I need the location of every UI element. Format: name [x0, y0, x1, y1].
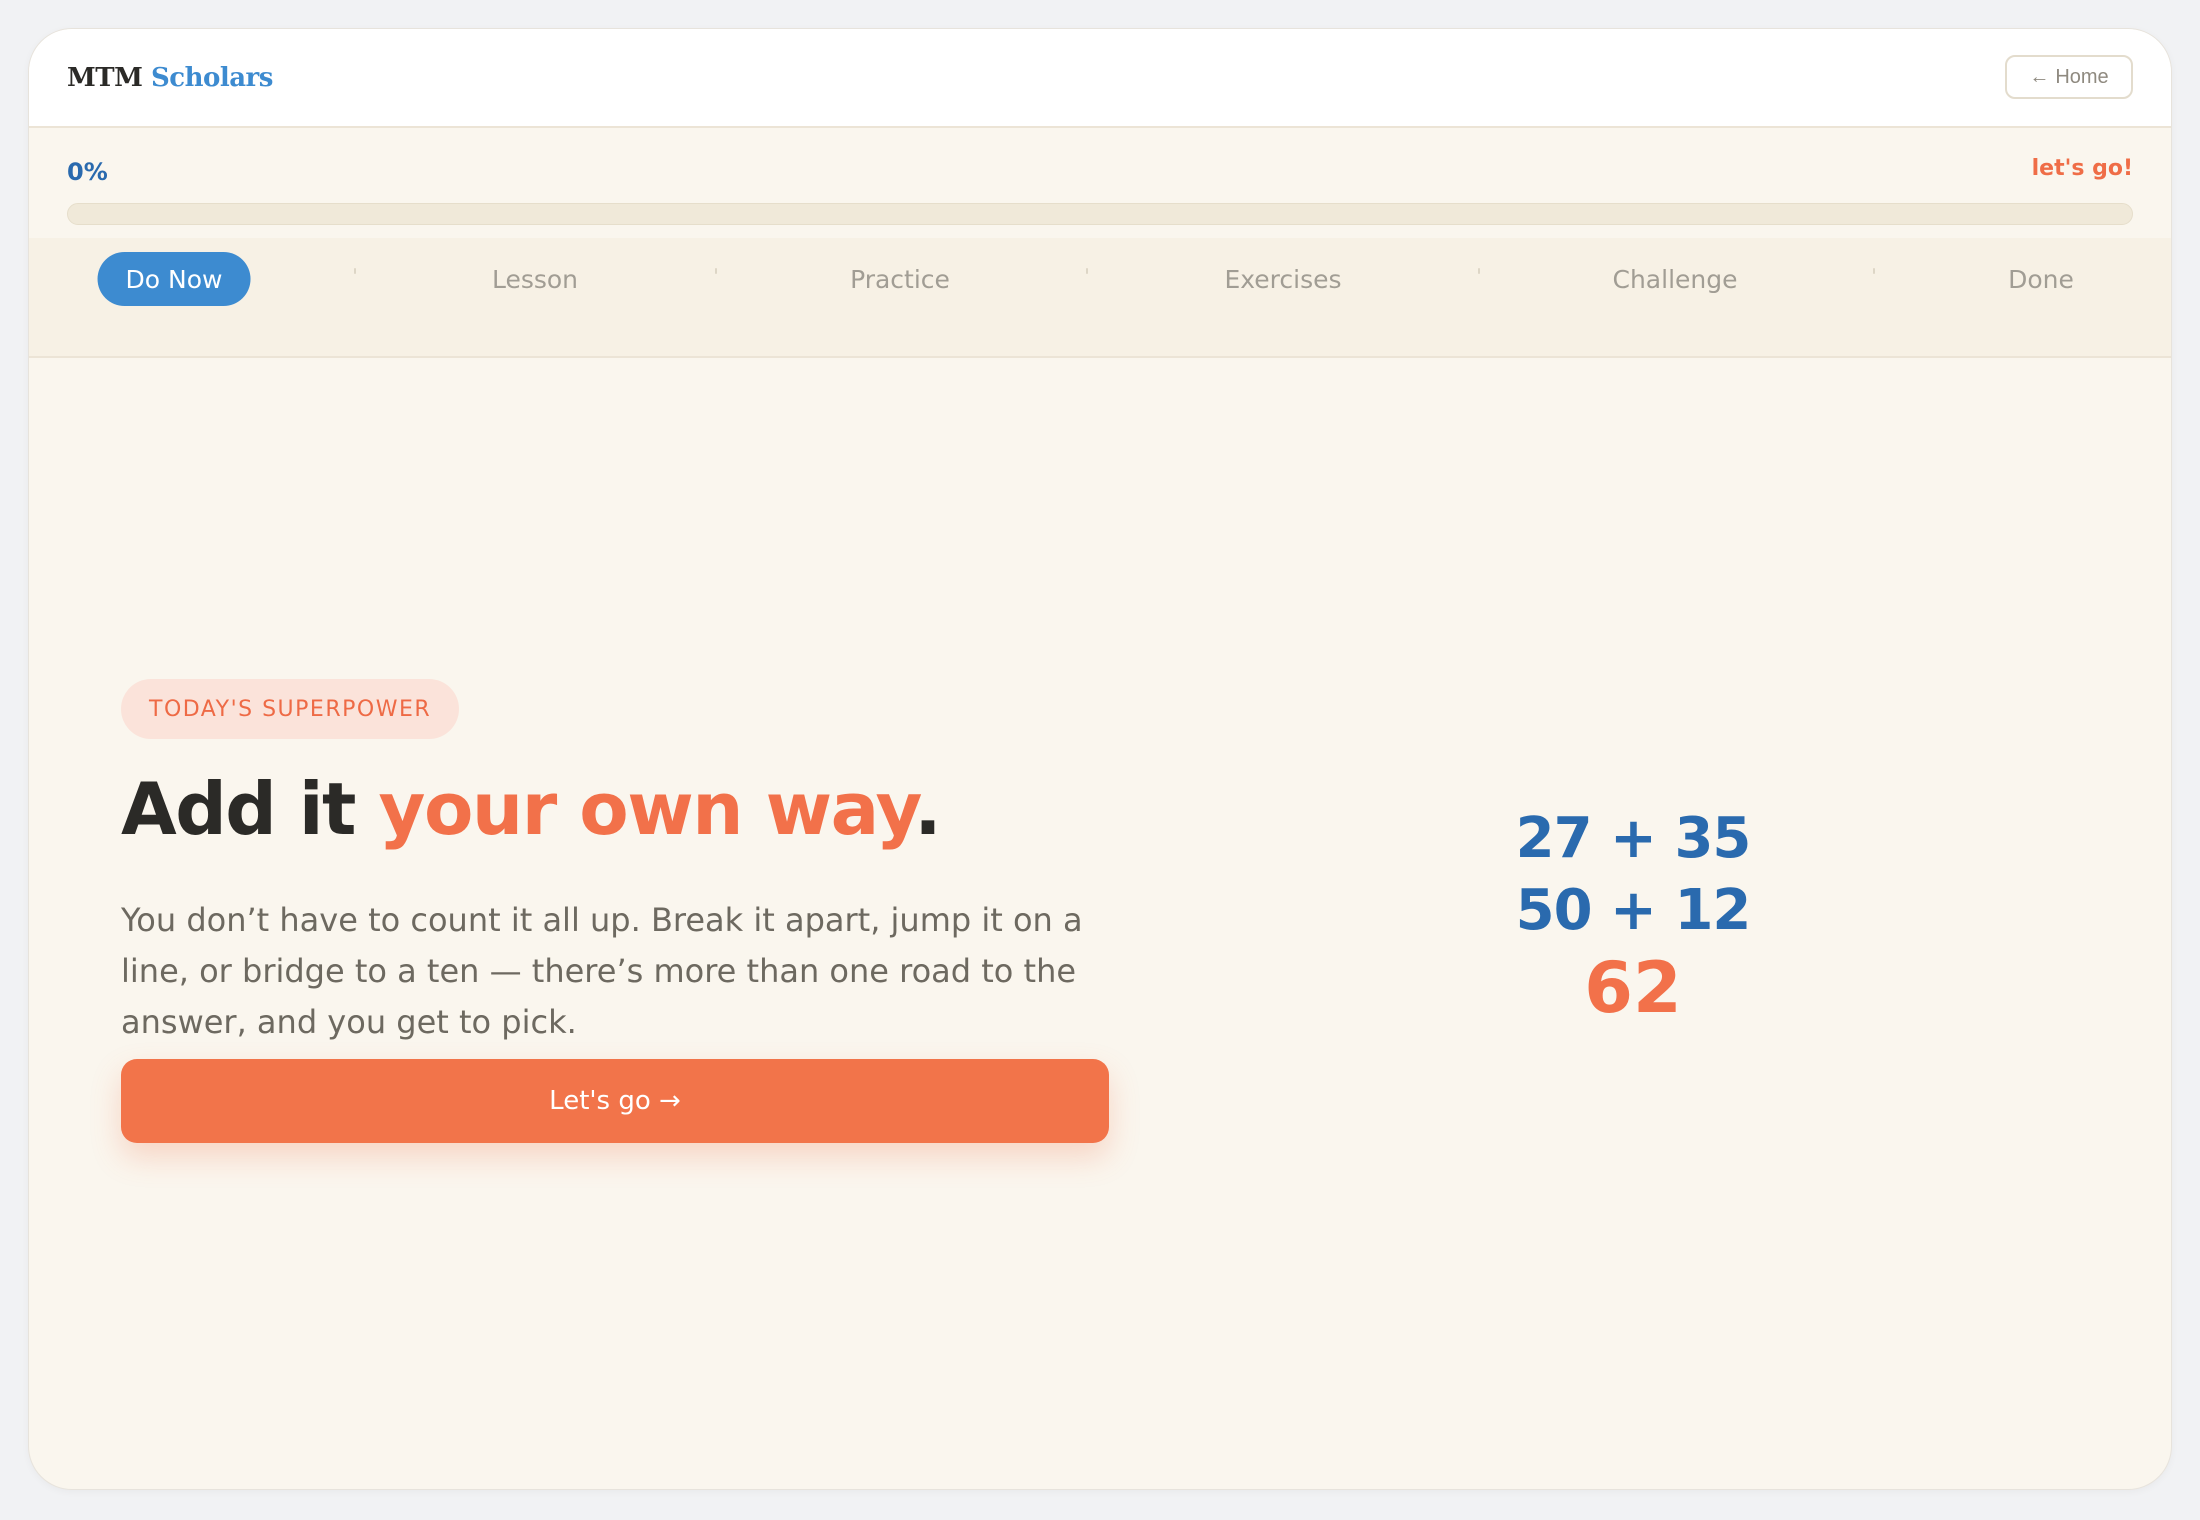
step-lesson[interactable]: Lesson [492, 252, 578, 306]
lets-go-button[interactable]: Let's go → [121, 1059, 1109, 1143]
top-bar: MTM Scholars ← Home [29, 29, 2171, 128]
step-separator [1478, 268, 1480, 274]
step-do-now[interactable]: Do Now [97, 252, 251, 306]
title-accent: your own way [378, 767, 916, 851]
step-done[interactable]: Done [2008, 252, 2074, 306]
brand-logo: MTM Scholars [67, 63, 273, 93]
page-title: Add it your own way. [121, 773, 942, 845]
step-exercises[interactable]: Exercises [1224, 252, 1341, 306]
step-separator [715, 268, 717, 274]
intro-text: You don’t have to count it all up. Break… [121, 901, 1083, 1041]
home-label: Home [2055, 65, 2109, 88]
math-line-1: 27 + 35 [1515, 806, 1752, 871]
progress-percent: 0% [67, 158, 108, 186]
step-nav: Do Now Lesson Practice Exercises Challen… [29, 238, 2171, 358]
home-button[interactable]: ← Home [2005, 55, 2133, 99]
brand-mtm: MTM [67, 63, 143, 93]
arrow-left-icon: ← [2029, 65, 2050, 88]
math-example: 27 + 35 50 + 12 62 [1515, 803, 1752, 1031]
progress-bar [67, 203, 2133, 225]
app-card: MTM Scholars ← Home 0% let's go! Do Now … [28, 28, 2172, 1490]
step-separator [1873, 268, 1875, 274]
brand-scholars: Scholars [150, 63, 273, 93]
math-line-2: 50 + 12 [1515, 878, 1752, 943]
superpower-badge: TODAY'S SUPERPOWER [121, 679, 460, 739]
title-start: Add it [121, 767, 379, 851]
step-separator [354, 268, 356, 274]
step-practice[interactable]: Practice [850, 252, 950, 306]
step-separator [1086, 268, 1088, 274]
step-challenge[interactable]: Challenge [1613, 252, 1738, 306]
progress-cheer: let's go! [2031, 156, 2133, 181]
title-end: . [914, 767, 941, 851]
math-answer: 62 [1584, 947, 1682, 1029]
